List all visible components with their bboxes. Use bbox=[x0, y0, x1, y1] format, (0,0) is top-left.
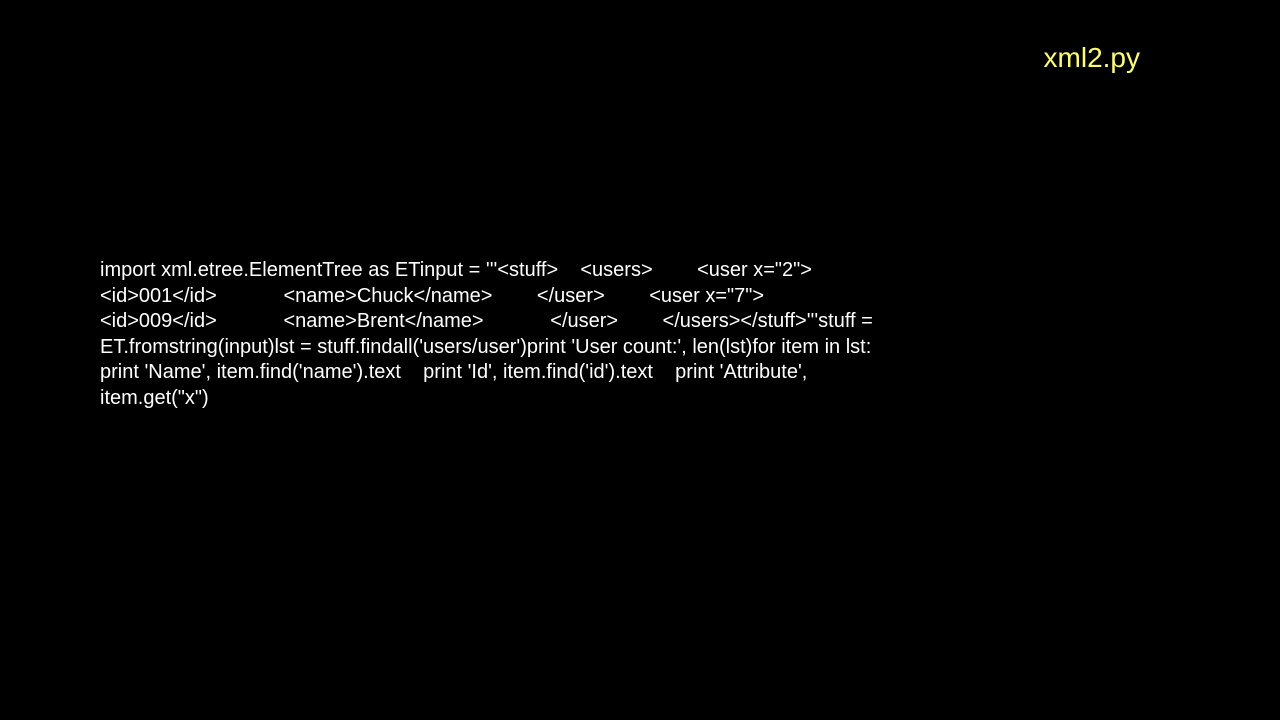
code-content: import xml.etree.ElementTree as ETinput … bbox=[100, 258, 910, 412]
slide-title: xml2.py bbox=[1044, 42, 1140, 74]
